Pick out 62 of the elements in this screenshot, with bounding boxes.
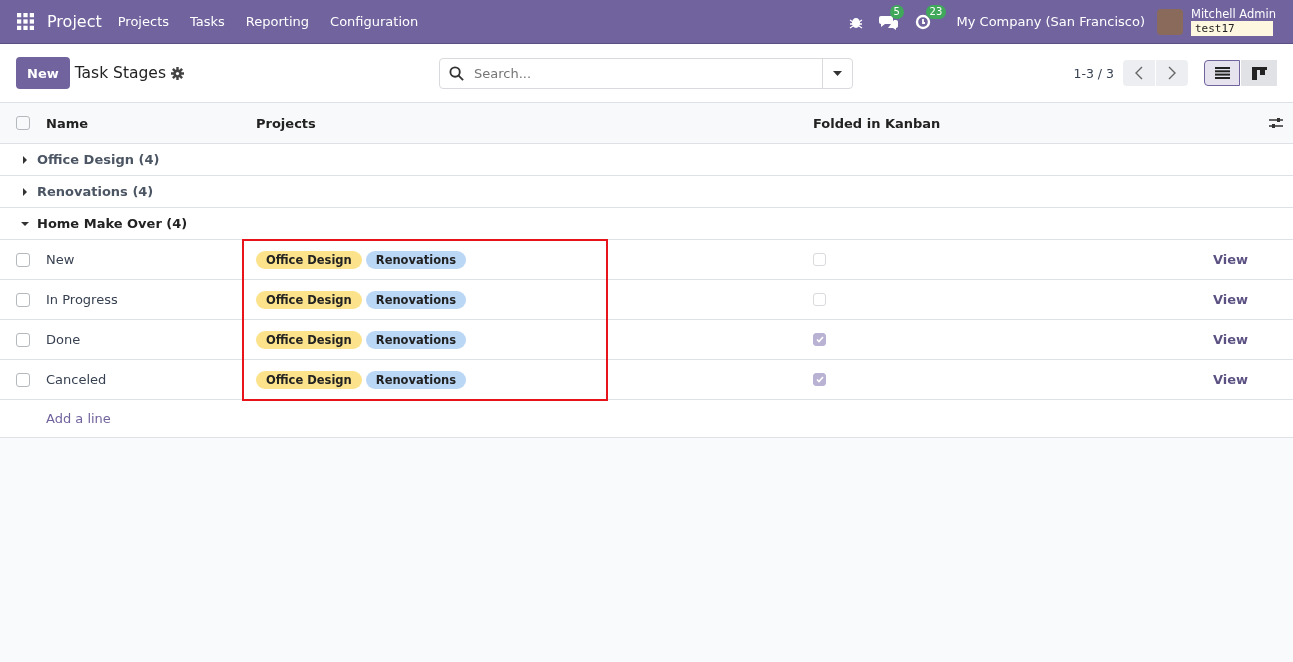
caret-right-icon	[21, 187, 29, 196]
search-input[interactable]: Search...	[472, 64, 814, 82]
pager-value[interactable]: 1-3 / 3	[1073, 65, 1114, 81]
activity-count-badge: 23	[925, 4, 947, 19]
row-checkbox[interactable]	[16, 332, 30, 347]
project-tag: Office Design	[256, 290, 362, 309]
select-all-checkbox[interactable]	[16, 116, 30, 130]
kanban-view-button[interactable]	[1241, 60, 1277, 86]
project-tag: Renovations	[365, 250, 467, 269]
kanban-icon	[1251, 66, 1267, 80]
group-label: Renovations (4)	[37, 184, 154, 199]
stage-name[interactable]: Canceled	[46, 372, 256, 387]
clock-icon[interactable]	[914, 13, 931, 30]
column-settings-icon[interactable]	[1269, 117, 1283, 129]
menu-item[interactable]: Configuration	[330, 14, 419, 29]
menu-item[interactable]: Reporting	[245, 14, 310, 29]
message-count-badge: 5	[889, 4, 904, 19]
search-icon	[449, 65, 464, 81]
project-tag: Office Design	[256, 250, 362, 269]
page-title: Task Stages	[74, 64, 166, 82]
project-tag: Office Design	[256, 330, 362, 349]
project-tag: Office Design	[256, 370, 362, 389]
view-link[interactable]: View	[1213, 332, 1293, 347]
view-link[interactable]: View	[1213, 372, 1293, 387]
gear-icon[interactable]	[170, 66, 184, 80]
group-row[interactable]: Renovations (4)	[0, 176, 1293, 208]
list-icon	[1214, 67, 1230, 79]
group-label: Home Make Over (4)	[37, 216, 188, 231]
new-button[interactable]: New	[16, 57, 70, 89]
project-tag: Renovations	[365, 370, 467, 389]
view-link[interactable]: View	[1213, 292, 1293, 307]
row-checkbox[interactable]	[16, 252, 30, 267]
apps-grid-icon[interactable]	[17, 13, 34, 30]
project-tag: Renovations	[365, 330, 467, 349]
column-header[interactable]: Projects	[256, 115, 813, 131]
row-checkbox[interactable]	[16, 372, 30, 387]
add-line-link[interactable]: Add a line	[46, 411, 111, 426]
database-name: test17	[1191, 20, 1273, 36]
user-name[interactable]: Mitchell Admin	[1191, 7, 1276, 21]
list-view-button[interactable]	[1204, 60, 1240, 86]
stage-name[interactable]: New	[46, 252, 256, 267]
column-header[interactable]: Folded in Kanban	[813, 115, 1213, 131]
stage-name[interactable]: Done	[46, 332, 256, 347]
app-name[interactable]: Project	[47, 12, 102, 31]
view-link[interactable]: View	[1213, 252, 1293, 267]
group-row[interactable]: Office Design (4)	[0, 144, 1293, 176]
chat-icon[interactable]	[878, 13, 899, 30]
caret-right-icon	[21, 155, 29, 164]
company-switcher[interactable]: My Company (San Francisco)	[956, 14, 1145, 29]
column-header[interactable]: Name	[46, 115, 256, 131]
group-label: Office Design (4)	[37, 152, 160, 167]
menu-item[interactable]: Tasks	[190, 14, 225, 29]
row-checkbox[interactable]	[16, 292, 30, 307]
caret-icon	[833, 70, 842, 76]
search-field[interactable]: Search...	[439, 57, 853, 89]
group-row[interactable]: Home Make Over (4)	[0, 208, 1293, 240]
menu-item[interactable]: Projects	[117, 14, 169, 29]
project-tag: Renovations	[365, 290, 467, 309]
caret-down-icon	[21, 219, 29, 228]
chevron-right-icon	[1168, 66, 1176, 80]
chevron-left-icon	[1135, 66, 1143, 80]
stage-name[interactable]: In Progress	[46, 292, 256, 307]
